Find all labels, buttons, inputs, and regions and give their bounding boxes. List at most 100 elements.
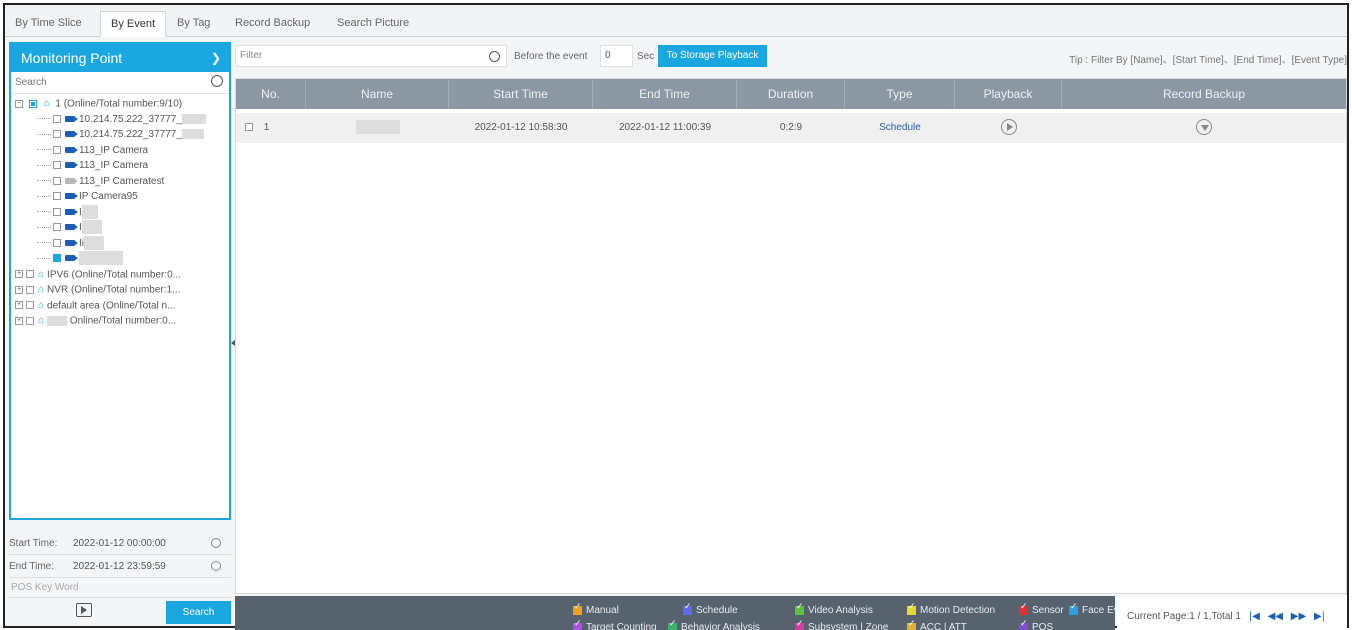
expand-icon[interactable]: + [15, 270, 23, 279]
tree-group-node[interactable]: + ⌂ IPV6 (Online/Total number:0... [11, 267, 229, 283]
event-table: No. Name Start Time End Time Duration Ty… [235, 78, 1347, 594]
area-icon: ⌂ [38, 315, 45, 326]
group-checkbox[interactable] [26, 316, 34, 325]
tree-camera-node[interactable]: 113_IP Camera [11, 158, 229, 174]
start-time-label: Start Time: [9, 538, 58, 549]
legend-video-analysis[interactable]: Video Analysis [795, 602, 873, 616]
camera-checkbox[interactable] [53, 161, 61, 170]
tree-node-label: 1 (Online/Total number:9/10) [55, 98, 183, 110]
col-duration: Duration [737, 79, 845, 109]
tree-group-node[interactable]: + ⌂ Online/Total number:0... [11, 313, 229, 329]
pos-keyword-input[interactable]: POS Key Word [9, 578, 231, 598]
tree-camera-node[interactable]: I [11, 220, 229, 236]
tree-camera-node[interactable]: 10.214.75.222_37777_ [11, 112, 229, 128]
to-storage-playback-button[interactable]: To Storage Playback [658, 45, 767, 67]
expand-icon[interactable]: + [15, 316, 23, 325]
tree-camera-node[interactable]: 113_IP Camera [11, 143, 229, 159]
tree-group-node[interactable]: + ⌂ NVR (Online/Total number:1... [11, 282, 229, 298]
tree-camera-node[interactable] [11, 251, 229, 267]
tree-camera-node[interactable]: 113_IP Cameratest [11, 174, 229, 190]
camera-checkbox[interactable] [53, 114, 61, 123]
first-page-icon[interactable]: |◀ [1249, 596, 1260, 630]
camera-icon [65, 146, 78, 153]
search-icon[interactable] [211, 75, 223, 87]
group-checkbox[interactable] [26, 270, 34, 279]
camera-label: 113_IP Camera [79, 160, 149, 171]
download-icon[interactable] [1196, 119, 1212, 136]
before-event-input[interactable]: 0 [600, 45, 633, 67]
legend-swatch [668, 619, 677, 630]
prev-page-icon[interactable]: ◀◀ [1268, 596, 1283, 630]
clock-icon[interactable] [211, 538, 221, 548]
play-icon[interactable] [1000, 119, 1017, 136]
camera-checkbox[interactable] [53, 223, 61, 232]
table-header: No. Name Start Time End Time Duration Ty… [236, 79, 1346, 109]
legend-sensor[interactable]: Sensor [1019, 602, 1064, 616]
row-name [355, 120, 400, 135]
camera-icon [65, 115, 78, 122]
chevron-down-icon: ❯ [210, 51, 221, 65]
search-icon[interactable] [489, 51, 500, 62]
legend-swatch [573, 619, 582, 630]
camera-checkbox[interactable] [53, 176, 61, 185]
legend-schedule[interactable]: Schedule [683, 602, 738, 616]
tree-camera-node[interactable]: I [11, 204, 229, 221]
camera-icon [65, 193, 78, 200]
next-page-icon[interactable]: ▶▶ [1291, 596, 1306, 630]
group-checkbox[interactable] [26, 301, 34, 310]
camera-checkbox[interactable] [53, 192, 61, 201]
camera-checkbox[interactable] [53, 207, 61, 216]
tree-search-input[interactable] [11, 72, 201, 93]
event-results-area: Filter Before the event 0 Sec To Storage… [235, 42, 1347, 630]
tree-camera-node[interactable]: Ii [11, 235, 229, 252]
tab-record-backup[interactable]: Record Backup [225, 11, 320, 37]
tab-search-picture[interactable]: Search Picture [327, 11, 419, 37]
start-time-field: Start Time: 2022-01-12 00:00:00 [9, 532, 231, 555]
camera-checkbox[interactable] [53, 254, 61, 263]
camera-label: 10.214.75.222_37777_ [79, 113, 182, 125]
camera-checkbox[interactable] [53, 238, 61, 247]
playback-window-icon[interactable] [76, 603, 92, 617]
tree-camera-node[interactable]: IP Camera95 [11, 189, 229, 205]
monitoring-point-dropdown[interactable]: Monitoring Point ❯ [11, 44, 229, 72]
legend-behavior-analysis[interactable]: Behavior Analysis [668, 619, 760, 630]
event-type-legend: Manual Schedule Video Analysis Motion De… [235, 596, 1133, 630]
clock-icon[interactable] [211, 561, 221, 571]
root-checkbox[interactable] [28, 99, 37, 108]
search-button[interactable]: Search [166, 601, 231, 624]
filter-input[interactable]: Filter [235, 45, 507, 67]
tab-by-time-slice[interactable]: By Time Slice [5, 11, 92, 37]
legend-swatch [683, 602, 692, 615]
row-checkbox[interactable] [245, 123, 253, 132]
row-number: 1 [263, 122, 270, 133]
tree-group-node[interactable]: + ⌂ default area (Online/Total n... [11, 298, 229, 314]
filter-bar: Filter Before the event 0 Sec To Storage… [235, 42, 1347, 72]
start-time-input[interactable]: 2022-01-12 00:00:00 [69, 534, 209, 553]
search-button-row: Search [9, 598, 231, 624]
legend-motion-detection[interactable]: Motion Detection [907, 602, 995, 616]
device-tree: − ⌂ 1 (Online/Total number:9/10) 10.214.… [11, 94, 229, 329]
group-checkbox[interactable] [26, 285, 34, 294]
area-icon: ⌂ [38, 284, 45, 295]
legend-pos[interactable]: POS [1019, 619, 1053, 630]
camera-checkbox[interactable] [53, 130, 61, 139]
tab-by-tag[interactable]: By Tag [167, 11, 220, 37]
legend-manual[interactable]: Manual [573, 602, 619, 616]
app-window: By Time Slice By Event By Tag Record Bac… [3, 3, 1349, 630]
expand-icon[interactable]: + [15, 301, 23, 310]
legend-acc-att[interactable]: ACC | ATT [907, 619, 967, 630]
collapse-icon[interactable]: − [15, 99, 23, 108]
camera-icon [65, 224, 78, 231]
camera-checkbox[interactable] [53, 145, 61, 154]
tree-root-node[interactable]: − ⌂ 1 (Online/Total number:9/10) [11, 96, 229, 112]
end-time-input[interactable]: 2022-01-12 23:59:59 [69, 557, 209, 576]
tree-camera-node[interactable]: 10.214.75.222_37777_ [11, 127, 229, 143]
page-info: Current Page:1 / 1,Total 1 [1127, 611, 1241, 622]
table-row[interactable]: 1 2022-01-12 10:58:30 2022-01-12 11:00:3… [236, 113, 1346, 143]
legend-swatch [795, 602, 804, 615]
legend-target-counting[interactable]: Target Counting [573, 619, 657, 630]
tab-by-event[interactable]: By Event [100, 11, 167, 37]
legend-subsystem-zone[interactable]: Subsystem | Zone [795, 619, 888, 630]
expand-icon[interactable]: + [15, 285, 23, 294]
last-page-icon[interactable]: ▶| [1314, 596, 1325, 630]
